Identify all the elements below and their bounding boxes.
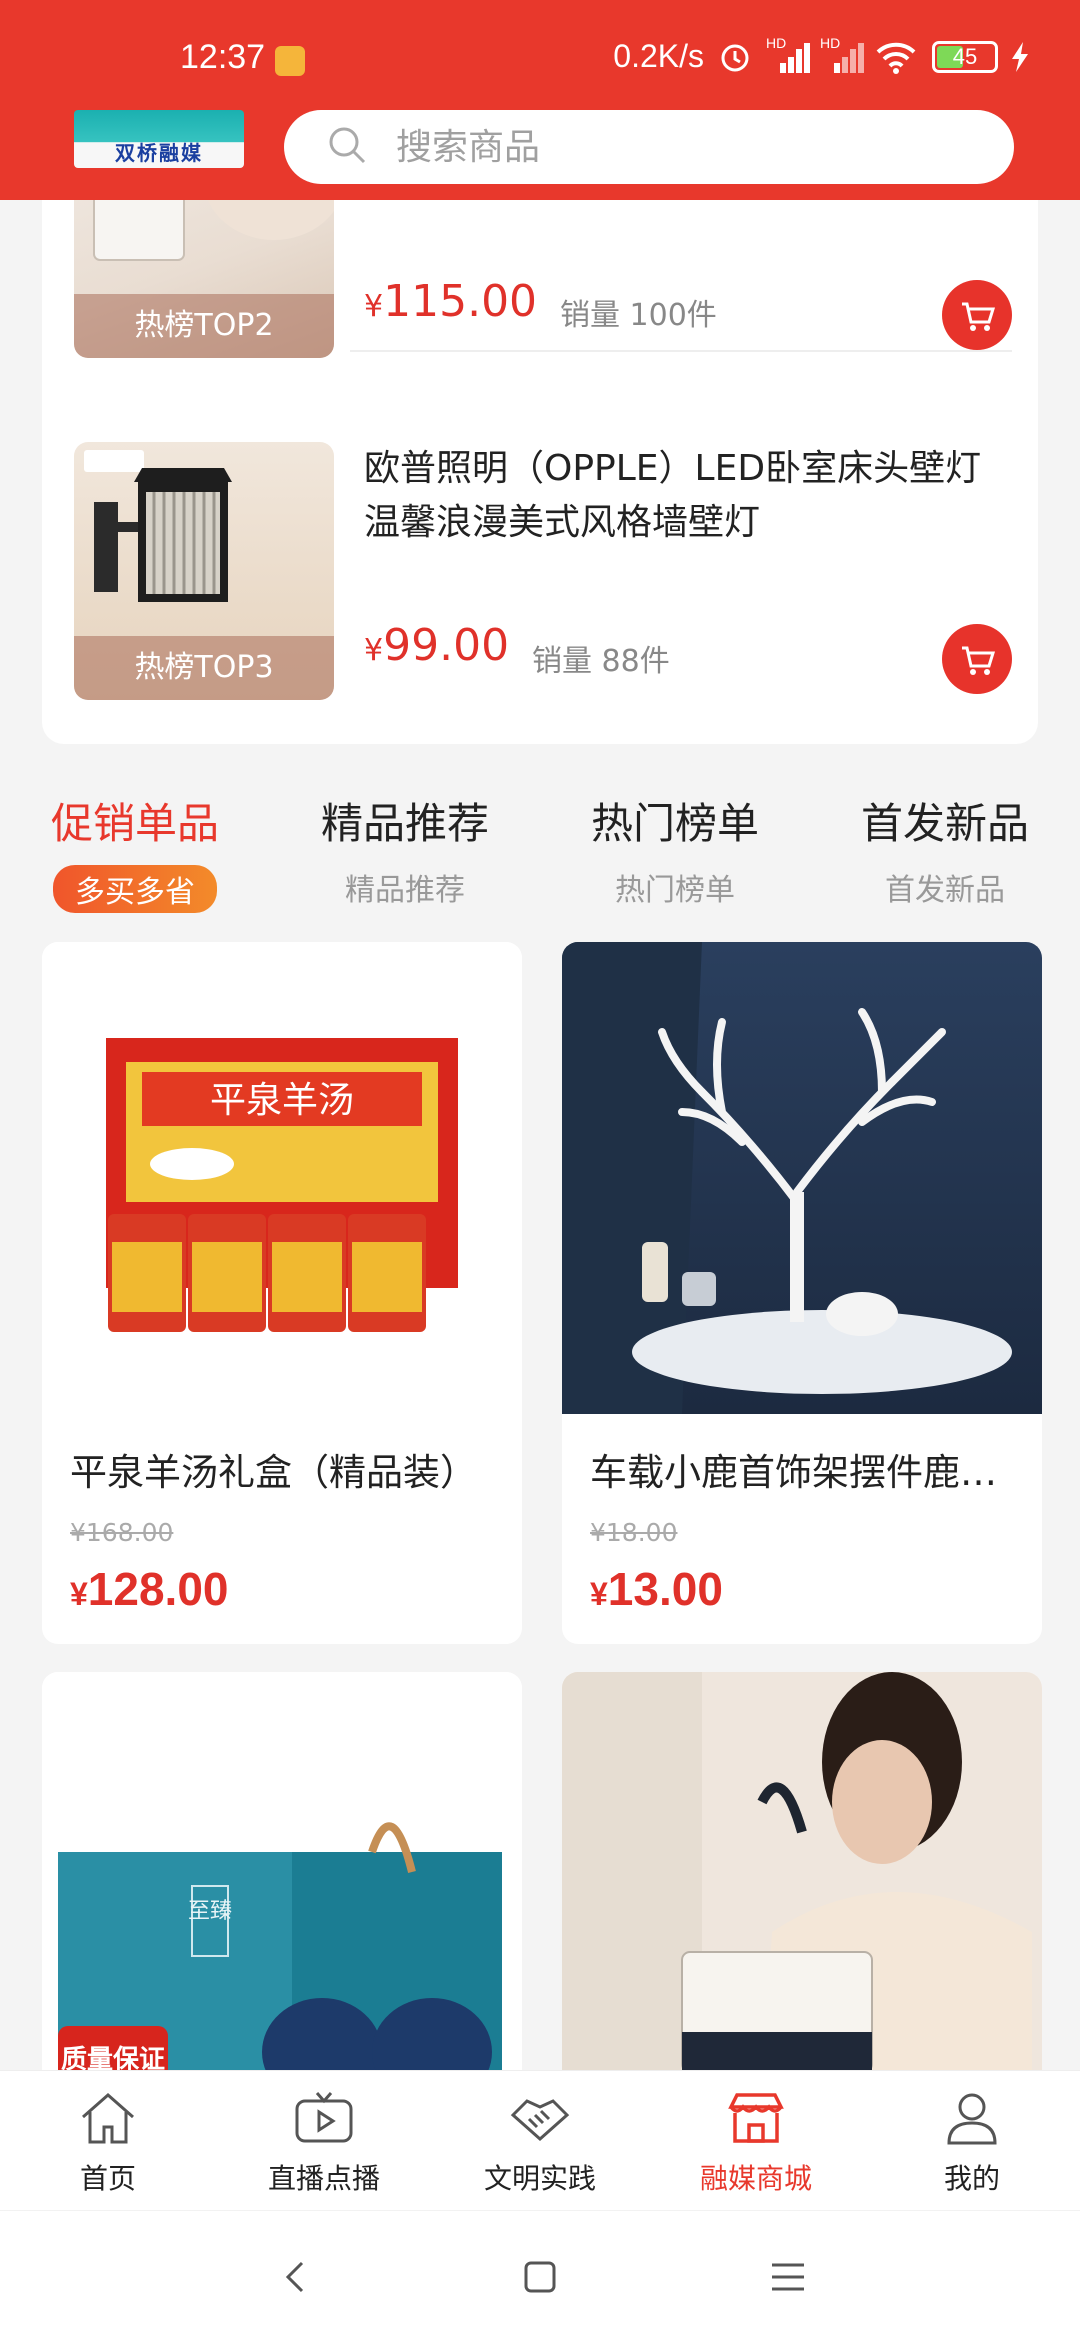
tab-label: 热门榜单 (590, 799, 759, 848)
product-image-label: 平泉羊汤 (210, 1080, 354, 1121)
back-icon[interactable] (272, 2253, 320, 2301)
tab-new-arrivals[interactable]: 首发新品 首发新品 (810, 790, 1080, 909)
search-icon (329, 127, 366, 164)
search-bar[interactable] (284, 110, 1014, 184)
bottom-navigation: 首页 直播点播 文明实践 融媒商城 我的 (0, 2070, 1080, 2210)
status-right: 0.2K/s HD HD 45 (613, 35, 1030, 75)
currency-symbol: ¥ (364, 289, 384, 324)
hot-item-sales: 销量 88件 (532, 644, 670, 679)
nav-civilization[interactable]: 文明实践 (432, 2085, 648, 2197)
nav-mall[interactable]: 融媒商城 (648, 2085, 864, 2197)
nav-label: 首页 (79, 2162, 136, 2195)
tab-sub: 精品推荐 (345, 873, 465, 908)
signal-2-icon: HD (820, 35, 864, 73)
divider (350, 350, 1012, 352)
wifi-icon (876, 42, 916, 74)
charging-icon (1012, 41, 1028, 72)
hot-list-item[interactable]: 热榜TOP3 欧普照明（OPPLE）LED卧室床头壁灯 温馨浪漫美式风格墙壁灯 … (42, 442, 1038, 702)
price-value: 115.00 (383, 276, 538, 327)
product-name: 车载小鹿首饰架摆件鹿… (590, 1451, 997, 1494)
sale-price: ¥13.00 (590, 1562, 723, 1616)
battery-icon: 45 (932, 40, 998, 73)
hot-item-sales: 销量 100件 (560, 298, 717, 333)
sale-price: ¥128.00 (70, 1562, 229, 1616)
user-icon (947, 2093, 997, 2145)
product-card[interactable] (562, 1672, 1042, 2092)
hot-rank-badge: 热榜TOP3 (74, 636, 334, 700)
handshake-icon (510, 2099, 570, 2142)
nav-label: 直播点播 (267, 2162, 380, 2195)
system-navigation-bar (0, 2210, 1080, 2340)
currency-symbol: ¥ (590, 1576, 608, 1612)
logo-text: 双桥融媒 (115, 141, 203, 165)
search-input[interactable] (396, 122, 956, 172)
cart-icon (962, 302, 996, 331)
tab-label: 首发新品 (860, 799, 1029, 848)
home-button-icon[interactable] (516, 2253, 564, 2301)
product-image (562, 942, 1042, 1414)
product-card[interactable]: 平泉羊汤 平泉羊汤礼盒（精品装） ¥168.00 ¥128.00 (42, 942, 522, 1644)
product-image-label: 至臻 (188, 1899, 232, 1924)
tv-play-icon (295, 2092, 353, 2143)
tab-recommended[interactable]: 精品推荐 精品推荐 (270, 790, 540, 909)
tab-promotion[interactable]: 促销单品 多买多省 (0, 790, 270, 913)
nav-home[interactable]: 首页 (0, 2085, 216, 2197)
cart-icon (962, 646, 996, 675)
tab-label: 促销单品 (50, 799, 219, 848)
hot-rank-badge: 热榜TOP2 (74, 294, 334, 358)
tab-label: 精品推荐 (320, 799, 489, 848)
price-value: 99.00 (383, 620, 510, 671)
add-to-cart-button[interactable] (942, 624, 1012, 694)
hot-item-title: 欧普照明（OPPLE）LED卧室床头壁灯 温馨浪漫美式风格墙壁灯 (364, 448, 982, 543)
nav-label: 融媒商城 (699, 2162, 812, 2195)
menu-icon[interactable] (764, 2253, 812, 2301)
product-image: 平泉羊汤 (42, 942, 522, 1414)
nav-label: 文明实践 (483, 2162, 596, 2195)
product-card[interactable]: 车载小鹿首饰架摆件鹿… ¥18.00 ¥13.00 (562, 942, 1042, 1644)
nav-me[interactable]: 我的 (864, 2085, 1080, 2197)
status-bar: 12:37 0.2K/s HD HD 45 (0, 0, 1080, 110)
nav-live[interactable]: 直播点播 (216, 2085, 432, 2197)
currency-symbol: ¥ (364, 633, 384, 668)
tab-sub: 热门榜单 (615, 873, 735, 908)
hot-item-price: ¥99.00 (364, 620, 509, 671)
alarm-icon (721, 44, 749, 71)
price-value: 128.00 (87, 1563, 229, 1615)
price-value: 13.00 (607, 1563, 723, 1615)
tab-sub-badge: 多买多省 (53, 865, 217, 913)
battery-level: 45 (952, 43, 978, 69)
signal-1-icon: HD (766, 35, 810, 73)
hot-list-card: 热榜TOP2 ¥115.00 销量 100件 热榜TOP3 欧普照明（OPPLE… (42, 100, 1038, 744)
original-price: ¥18.00 (590, 1518, 678, 1547)
hot-item-price: ¥115.00 (364, 276, 537, 327)
product-card[interactable]: 至臻 质量保证 (42, 1672, 522, 2092)
status-time: 12:37 (180, 38, 266, 76)
add-to-cart-button[interactable] (942, 280, 1012, 350)
product-name: 平泉羊汤礼盒（精品装） (70, 1451, 477, 1494)
notification-icon (275, 46, 305, 76)
home-icon (82, 2093, 134, 2144)
product-image (562, 1672, 1042, 2092)
original-price: ¥168.00 (70, 1518, 174, 1547)
signal-1-label: HD (766, 34, 787, 51)
product-thumbnail[interactable]: 热榜TOP3 (74, 442, 334, 700)
tab-sub: 首发新品 (885, 873, 1005, 908)
network-speed: 0.2K/s (613, 38, 704, 74)
category-tabs: 促销单品 多买多省 精品推荐 精品推荐 热门榜单 热门榜单 首发新品 首发新品 (0, 790, 1080, 913)
signal-2-label: HD (820, 34, 841, 51)
product-image: 至臻 质量保证 (42, 1672, 522, 2092)
tab-hot-ranking[interactable]: 热门榜单 热门榜单 (540, 790, 810, 909)
nav-label: 我的 (943, 2162, 1000, 2195)
app-header: 12:37 0.2K/s HD HD 45 双桥融媒 (0, 0, 1080, 200)
currency-symbol: ¥ (70, 1576, 88, 1612)
store-icon (728, 2093, 784, 2143)
app-logo[interactable]: 双桥融媒 (74, 110, 244, 168)
